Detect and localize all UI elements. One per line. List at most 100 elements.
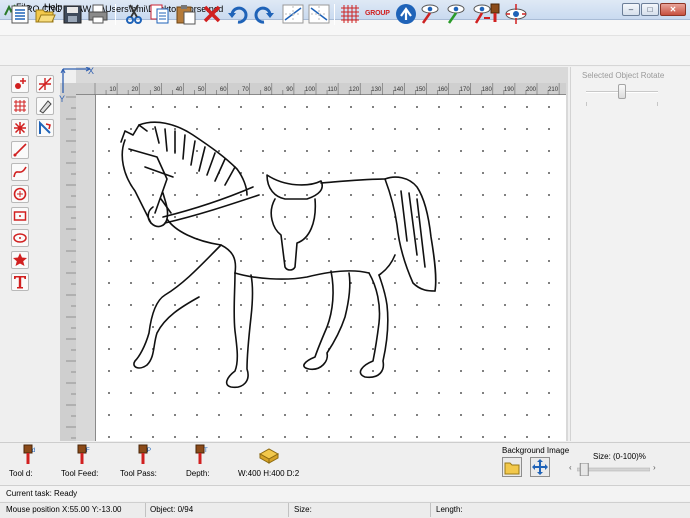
- ruler-top-label: 150: [415, 87, 426, 93]
- circle-icon[interactable]: [11, 185, 29, 203]
- ruler-top-label: 190: [504, 87, 515, 93]
- maximize-button[interactable]: □: [641, 3, 659, 16]
- ruler-top-label: 110: [328, 87, 338, 93]
- ruler-top-label: 140: [393, 87, 404, 93]
- rotate-slider-ticks: [586, 102, 658, 106]
- current-task-text: Current task: Ready: [6, 489, 78, 498]
- rotate-slider-thumb[interactable]: [618, 84, 626, 99]
- spindle-icon[interactable]: [482, 2, 506, 26]
- status-separator: [288, 503, 289, 517]
- probe-check-icon[interactable]: [444, 2, 468, 26]
- add-point-icon[interactable]: [11, 75, 29, 93]
- size-label: Size: (0-100)%: [593, 452, 646, 461]
- print-icon[interactable]: [86, 2, 110, 26]
- group-button[interactable]: GROUP: [365, 10, 390, 17]
- svg-text:T: T: [204, 448, 208, 454]
- svg-text:d: d: [32, 448, 35, 454]
- axis-label-x: X: [88, 66, 95, 76]
- ruler-top-label: 170: [460, 87, 471, 93]
- tool-diameter-icon: d: [22, 444, 38, 466]
- ruler-top-label: 130: [371, 87, 382, 93]
- ruler-top-label: 200: [526, 87, 537, 93]
- ruler-top-label: 180: [482, 87, 493, 93]
- paste-icon[interactable]: [174, 2, 198, 26]
- redo-icon[interactable]: [252, 2, 276, 26]
- star-icon[interactable]: [11, 251, 29, 269]
- ruler-top-label: 50: [198, 87, 205, 93]
- size-decrease-arrow[interactable]: ‹: [569, 463, 572, 472]
- depth-icon: T: [194, 444, 210, 466]
- axis-label-y: Y: [59, 94, 66, 104]
- background-image-label: Background Image: [502, 446, 570, 455]
- size-slider[interactable]: [577, 463, 650, 476]
- rotate-corner-icon[interactable]: [36, 119, 54, 137]
- probe-icon[interactable]: [418, 2, 442, 26]
- status-mouse-position: Mouse position X:55.00 Y:-13.00: [6, 505, 122, 514]
- ruler-left: [60, 83, 76, 441]
- mirror-horizontal-icon[interactable]: [281, 2, 305, 26]
- status-separator: [430, 503, 431, 517]
- tool-pass-icon: P: [137, 444, 153, 466]
- size-slider-thumb[interactable]: [579, 463, 589, 476]
- grid-fill-icon[interactable]: [11, 97, 29, 115]
- toolbar-separator: [334, 4, 335, 25]
- mirror-vertical-icon[interactable]: [307, 2, 331, 26]
- ellipse-icon[interactable]: [11, 229, 29, 247]
- tool-pass-label: Tool Pass:: [120, 469, 157, 478]
- toolbar-separator: [115, 4, 116, 25]
- svg-text:P: P: [147, 448, 151, 454]
- ruler-top-label: 30: [154, 87, 161, 93]
- open-folder-icon: [504, 462, 520, 475]
- ruler-top-label: 60: [220, 87, 227, 93]
- fit-icon[interactable]: [36, 75, 54, 93]
- grid-icon[interactable]: [338, 2, 362, 26]
- eraser-icon[interactable]: [36, 97, 54, 115]
- ruler-top-label: 120: [349, 87, 360, 93]
- task-line: [0, 485, 690, 501]
- open-folder-icon[interactable]: [33, 2, 57, 26]
- center-view-icon[interactable]: [504, 2, 528, 26]
- right-panel: [570, 67, 690, 441]
- delete-icon[interactable]: [200, 2, 224, 26]
- save-icon[interactable]: [60, 2, 84, 26]
- ruler-top-label: 20: [132, 87, 139, 93]
- ruler-top-label: 80: [264, 87, 271, 93]
- ruler-top-label: 210: [548, 87, 559, 93]
- ruler-top: 10 20 30 40 50 60 70 80 90 100 110 120 130 140 150 160 1…: [76, 83, 566, 95]
- tool-feed-label: Tool Feed:: [61, 469, 99, 478]
- tool-diameter-label: Tool d:: [9, 469, 33, 478]
- background-move-button[interactable]: [530, 457, 550, 477]
- ruler-top-label: 70: [242, 87, 249, 93]
- tool-feed-icon: F: [76, 444, 92, 466]
- line-icon[interactable]: [11, 141, 29, 159]
- move-arrows-icon: [532, 459, 548, 475]
- horse-drawing[interactable]: [95, 95, 566, 441]
- cut-icon[interactable]: [122, 2, 146, 26]
- ruler-top-label: 160: [438, 87, 449, 93]
- status-length: Length:: [436, 505, 463, 514]
- minimize-button[interactable]: –: [622, 3, 640, 16]
- ruler-top-label: 100: [305, 87, 316, 93]
- undo-icon[interactable]: [226, 2, 250, 26]
- rectangle-icon[interactable]: [11, 207, 29, 225]
- text-icon[interactable]: [11, 273, 29, 291]
- status-object: Object: 0/94: [150, 505, 194, 514]
- curve-icon[interactable]: [11, 163, 29, 181]
- toolbar: [0, 36, 690, 66]
- flip-icon[interactable]: [394, 2, 418, 26]
- list-icon[interactable]: [8, 2, 32, 26]
- svg-text:F: F: [86, 448, 90, 454]
- ruler-top-label: 90: [286, 87, 293, 93]
- asterisk-icon[interactable]: [11, 119, 29, 137]
- size-increase-arrow[interactable]: ›: [653, 463, 656, 472]
- copy-icon[interactable]: [148, 2, 172, 26]
- status-size: Size:: [294, 505, 312, 514]
- ruler-top-label: 40: [176, 87, 183, 93]
- material-dimensions: W:400 H:400 D:2: [238, 469, 300, 478]
- close-button[interactable]: ✕: [660, 3, 686, 16]
- rotate-label: Selected Object Rotate: [582, 71, 665, 80]
- depth-label: Depth:: [186, 469, 210, 478]
- background-open-button[interactable]: [502, 457, 522, 477]
- status-separator: [145, 503, 146, 517]
- material-block-icon: [258, 444, 280, 466]
